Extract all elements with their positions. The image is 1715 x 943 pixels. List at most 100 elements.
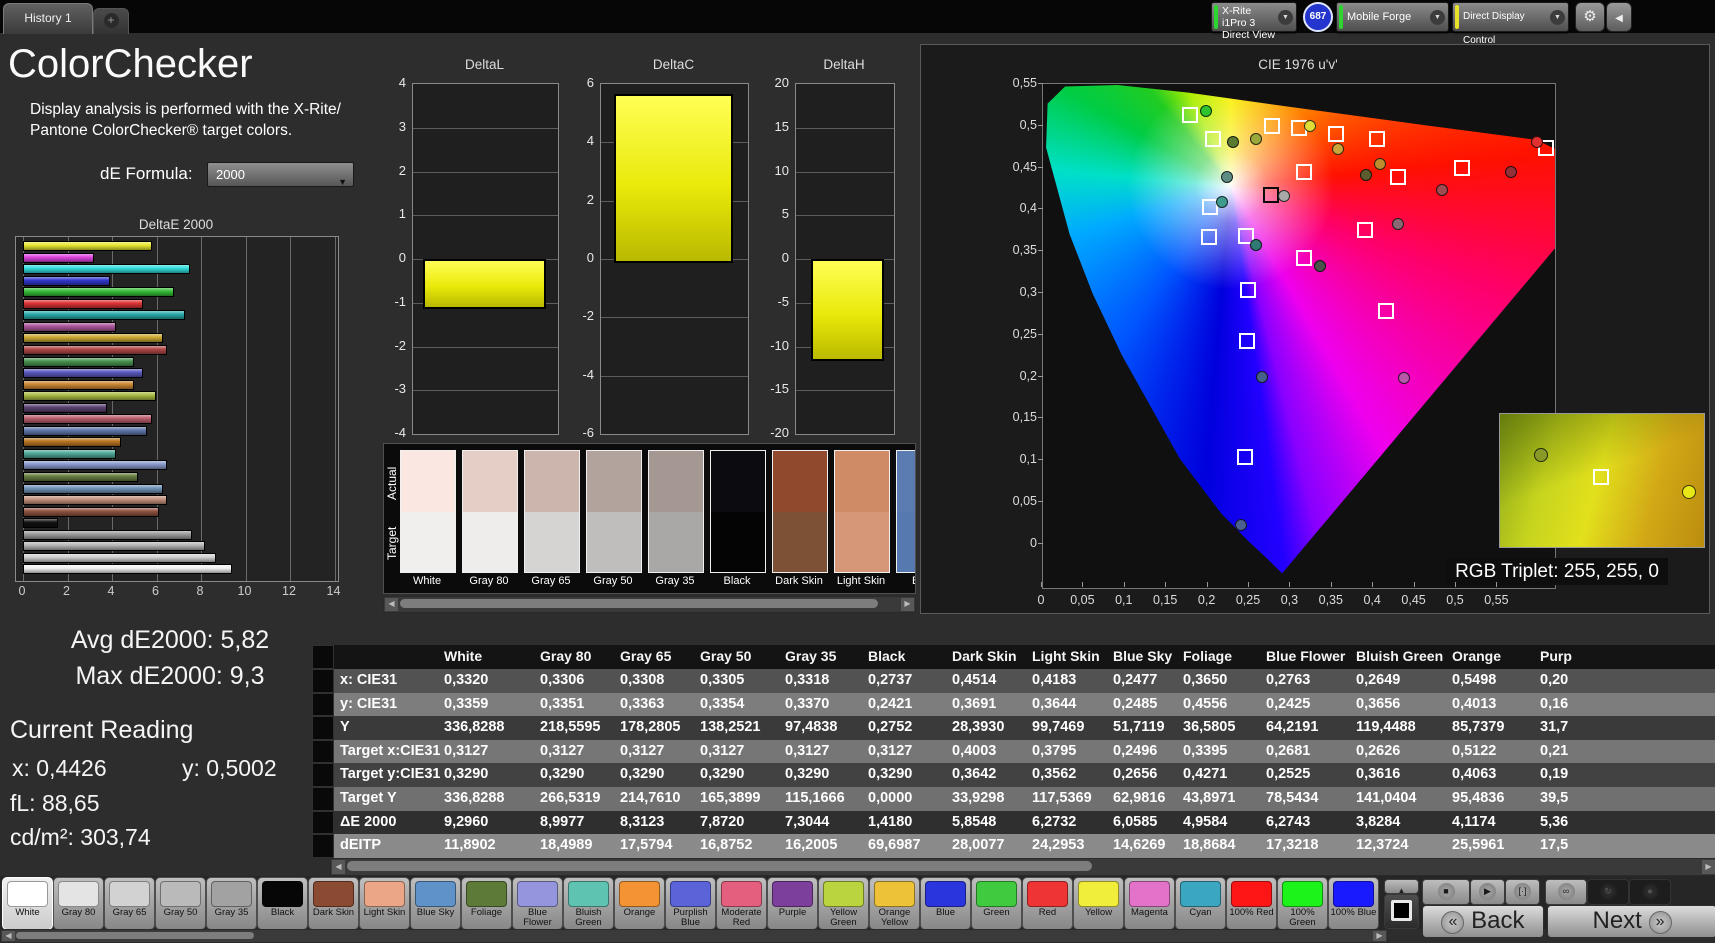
patch-button-red[interactable]: Red — [1022, 877, 1073, 930]
record-icon: ● — [1641, 883, 1659, 900]
tick-mark — [1038, 542, 1043, 544]
scroll-left-icon[interactable]: ◀ — [2, 931, 15, 941]
cie-xtick-label: 0,15 — [1153, 593, 1178, 607]
row-gripper[interactable] — [312, 716, 334, 740]
source-dropdown[interactable]: Mobile Forge ▼ — [1336, 2, 1449, 32]
patch-button-gray-50[interactable]: Gray 50 — [155, 877, 206, 930]
collapse-panel-button[interactable]: ◀ — [1606, 2, 1632, 32]
patch-button-yellow-green[interactable]: Yellow Green — [818, 877, 869, 930]
patch-button-100-red[interactable]: 100% Red — [1226, 877, 1277, 930]
tick-mark — [1372, 582, 1374, 587]
patch-button-black[interactable]: Black — [257, 877, 308, 930]
settings-button[interactable]: ⚙ — [1575, 2, 1605, 32]
patch-button-purple[interactable]: Purple — [767, 877, 818, 930]
patch-button-orange-yellow[interactable]: Orange Yellow — [869, 877, 920, 930]
scrollbar-thumb[interactable] — [400, 599, 878, 608]
back-button[interactable]: « Back — [1422, 905, 1544, 938]
record-button[interactable]: ● — [1629, 879, 1671, 905]
table-cell: 0,4271 — [1183, 766, 1228, 783]
workflow-dropdown[interactable]: Direct Display Control ▼ — [1452, 2, 1569, 46]
table-cell: 141,0404 — [1356, 790, 1417, 806]
meter-dropdown[interactable]: X-Rite i1Pro 3 Direct View ▼ — [1211, 2, 1297, 41]
tab-history-1[interactable]: History 1 — [3, 3, 93, 34]
strip-scrollbar[interactable]: ◀ ▶ — [383, 596, 916, 613]
patch-button-orange[interactable]: Orange — [614, 877, 665, 930]
scroll-right-icon[interactable]: ▶ — [901, 598, 914, 611]
patch-button-gray-80[interactable]: Gray 80 — [53, 877, 104, 930]
stop-button[interactable]: ■ — [1422, 879, 1470, 905]
row-gripper[interactable] — [312, 669, 334, 693]
axis-tick-label: -3 — [394, 381, 406, 397]
patch-button-gray-35[interactable]: Gray 35 — [206, 877, 257, 930]
patch-button-green[interactable]: Green — [971, 877, 1022, 930]
scroll-left-icon[interactable]: ◀ — [385, 598, 398, 611]
deltae-bar — [23, 425, 148, 436]
add-history-tab-button[interactable]: + — [93, 8, 129, 34]
patch-button-light-skin[interactable]: Light Skin — [359, 877, 410, 930]
grid-line — [796, 127, 894, 129]
loop-button[interactable]: ∞ — [1545, 879, 1587, 905]
white-point-square-marker — [1262, 186, 1279, 203]
patch-button-blue-sky[interactable]: Blue Sky — [410, 877, 461, 930]
refresh-button[interactable]: ↻ — [1587, 879, 1629, 905]
patch-button-magenta[interactable]: Magenta — [1124, 877, 1175, 930]
actual-color — [649, 451, 703, 512]
pattern-popup-button[interactable]: ▲ — [1384, 879, 1419, 895]
pattern-size-button[interactable]: [·] — [1505, 879, 1540, 905]
table-cell: 12,3724 — [1356, 837, 1409, 854]
scrollbar-thumb[interactable] — [347, 861, 1092, 871]
scroll-right-icon[interactable]: ▶ — [1702, 860, 1715, 874]
patch-button-foliage[interactable]: Foliage — [461, 877, 512, 930]
table-scrollbar[interactable]: ◀ ▶ — [330, 858, 1715, 876]
patch-button-cyan[interactable]: Cyan — [1175, 877, 1226, 930]
patch-button-100-green[interactable]: 100% Green — [1277, 877, 1328, 930]
row-gripper[interactable] — [312, 834, 334, 858]
patch-button-label: Purplish Blue — [673, 907, 708, 928]
de-formula-select[interactable]: 2000 ▼ — [207, 162, 354, 187]
tick-mark — [1413, 582, 1415, 587]
page-description: Display analysis is performed with the X… — [30, 101, 341, 139]
row-gripper[interactable] — [312, 787, 334, 811]
patch-button-moderate-red[interactable]: Moderate Red — [716, 877, 767, 930]
patch-button-bluish-green[interactable]: Bluish Green — [563, 877, 614, 930]
row-gripper — [312, 645, 334, 669]
scrollbar-thumb[interactable] — [16, 932, 254, 939]
scroll-right-icon[interactable]: ▶ — [1373, 931, 1386, 941]
cie-chart-title: CIE 1976 u'v' — [1258, 57, 1338, 72]
patch-button-white[interactable]: White — [2, 877, 53, 930]
grid-line — [290, 237, 291, 581]
table-cell: 0,20 — [1540, 672, 1569, 688]
row-gripper[interactable] — [312, 739, 334, 764]
patch-button-100-blue[interactable]: 100% Blue — [1328, 877, 1379, 930]
compare-patch — [710, 450, 766, 573]
pattern-window-button[interactable] — [1384, 894, 1419, 929]
patch-color-chip — [721, 881, 762, 907]
play-button[interactable]: ▶ — [1470, 879, 1505, 905]
rgb-triplet-readout: RGB Triplet: 255, 255, 0 — [1446, 558, 1668, 585]
compare-patch — [772, 450, 828, 573]
patch-button-dark-skin[interactable]: Dark Skin — [308, 877, 359, 930]
patch-button-label: Gray 50 — [163, 907, 198, 918]
patch-button-blue[interactable]: Blue — [920, 877, 971, 930]
actual-color — [525, 451, 579, 512]
meter-count-badge: 687 — [1303, 2, 1333, 32]
top-bar: History 1 + X-Rite i1Pro 3 Direct View ▼… — [0, 0, 1715, 46]
patch-button-blue-flower[interactable]: Blue Flower — [512, 877, 563, 930]
patch-button-purplish-blue[interactable]: Purplish Blue — [665, 877, 716, 930]
table-cell: 0,3305 — [700, 672, 745, 688]
table-cell: 4,1174 — [1452, 813, 1496, 830]
patch-button-label: 100% Blue — [1330, 907, 1377, 918]
table-header-cell: White — [444, 648, 483, 664]
axis-tick-label: 10 — [774, 162, 789, 178]
next-button[interactable]: Next » — [1547, 905, 1715, 938]
patch-button-gray-65[interactable]: Gray 65 — [104, 877, 155, 930]
patch-button-yellow[interactable]: Yellow — [1073, 877, 1124, 930]
deltae-bar — [23, 298, 143, 309]
scroll-left-icon[interactable]: ◀ — [332, 860, 345, 874]
axis-tick-label: 5 — [781, 206, 789, 222]
row-gripper[interactable] — [312, 692, 334, 717]
row-gripper[interactable] — [312, 763, 334, 787]
table-cell: 214,7610 — [620, 790, 681, 806]
current-reading-label: Current Reading — [10, 716, 194, 744]
row-gripper[interactable] — [312, 810, 334, 835]
